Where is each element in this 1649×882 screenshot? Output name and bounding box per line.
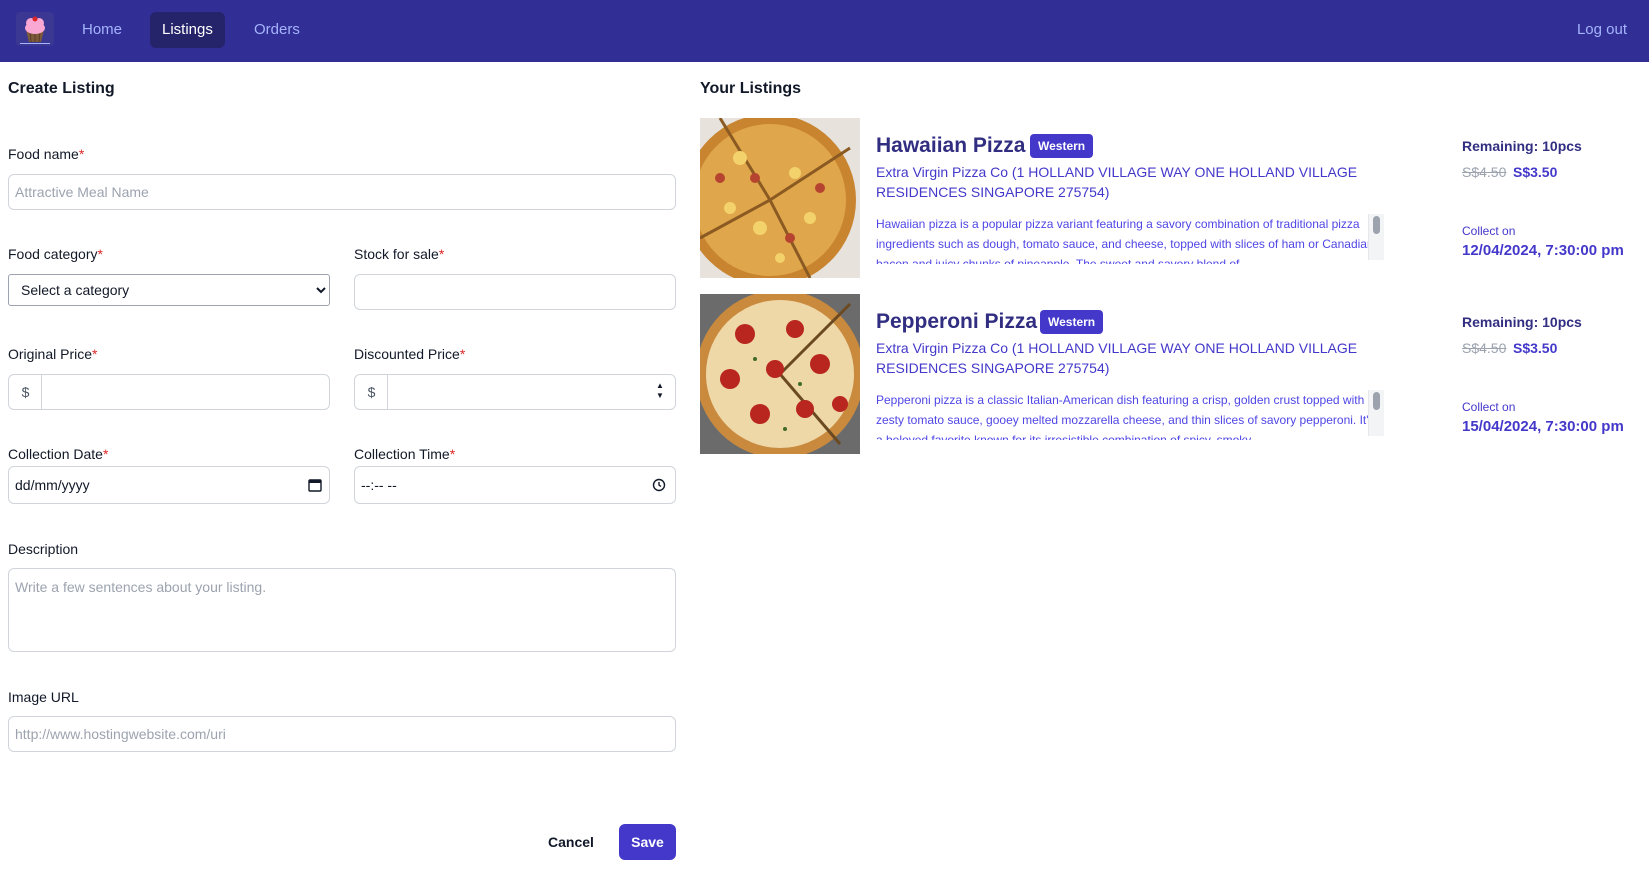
create-listing-title: Create Listing xyxy=(8,80,115,97)
original-price-label: Original Price* xyxy=(8,346,98,362)
collection-time-value: --:-- -- xyxy=(361,477,397,493)
food-name-input[interactable] xyxy=(8,174,676,210)
listing-address: Extra Virgin Pizza Co (1 HOLLAND VILLAGE… xyxy=(876,164,1358,200)
description-textarea[interactable] xyxy=(8,568,676,652)
description-scrollbar[interactable] xyxy=(1368,390,1384,436)
nav-listings[interactable]: Listings xyxy=(150,12,225,48)
collect-date: 15/04/2024, 7:30:00 pm xyxy=(1462,418,1624,435)
listing-description: Pepperoni pizza is a classic Italian-Ame… xyxy=(876,393,1375,440)
image-url-label: Image URL xyxy=(8,689,79,705)
discounted-price: S$3.50 xyxy=(1513,164,1558,180)
original-price-currency-prefix: $ xyxy=(8,374,42,410)
listing-address: Extra Virgin Pizza Co (1 HOLLAND VILLAGE… xyxy=(876,340,1358,376)
remaining-stock: Remaining: 10pcs xyxy=(1462,314,1582,330)
collection-date-input[interactable]: dd/mm/yyyy xyxy=(8,466,330,504)
calendar-icon[interactable] xyxy=(308,478,322,494)
collection-time-label: Collection Time* xyxy=(354,446,456,462)
listing-title: Hawaiian Pizza xyxy=(876,134,1026,157)
description-scrollbar[interactable] xyxy=(1368,214,1384,260)
cancel-button[interactable]: Cancel xyxy=(540,824,602,860)
discounted-price-input[interactable] xyxy=(387,374,676,410)
original-price: S$4.50 xyxy=(1462,340,1507,356)
scrollbar-thumb[interactable] xyxy=(1373,216,1380,234)
cupcake-logo-icon[interactable] xyxy=(16,12,54,46)
collect-on-label: Collect on xyxy=(1462,400,1516,414)
logout-link[interactable]: Log out xyxy=(1567,12,1637,48)
original-price-input[interactable] xyxy=(41,374,330,410)
discounted-price-label: Discounted Price* xyxy=(354,346,466,362)
nav-home[interactable]: Home xyxy=(70,12,134,48)
food-name-label: Food name* xyxy=(8,146,85,162)
collection-date-value: dd/mm/yyyy xyxy=(15,477,90,493)
listing-card: Hawaiian Pizza Western Extra Virgin Pizz… xyxy=(700,118,1649,278)
category-badge: Western xyxy=(1040,310,1104,334)
listing-card: Pepperoni Pizza Western Extra Virgin Piz… xyxy=(700,294,1649,454)
collection-time-input[interactable]: --:-- -- xyxy=(354,466,676,504)
food-category-select[interactable]: Select a category xyxy=(8,274,330,306)
discounted-price-currency-prefix: $ xyxy=(354,374,388,410)
collect-on-label: Collect on xyxy=(1462,224,1516,238)
your-listings-title: Your Listings xyxy=(700,80,802,97)
category-badge: Western xyxy=(1030,134,1094,158)
discounted-price: S$3.50 xyxy=(1513,340,1558,356)
save-button[interactable]: Save xyxy=(619,824,676,860)
collection-date-label: Collection Date* xyxy=(8,446,109,462)
stock-label: Stock for sale* xyxy=(354,246,445,262)
hawaiian-pizza-image xyxy=(700,118,860,278)
scrollbar-thumb[interactable] xyxy=(1373,392,1380,410)
pepperoni-pizza-image xyxy=(700,294,860,454)
number-stepper-icon[interactable]: ▲ ▼ xyxy=(656,381,664,401)
food-category-label: Food category* xyxy=(8,246,103,262)
listing-title: Pepperoni Pizza xyxy=(876,310,1038,333)
original-price: S$4.50 xyxy=(1462,164,1507,180)
image-url-input[interactable] xyxy=(8,716,676,752)
remaining-stock: Remaining: 10pcs xyxy=(1462,138,1582,154)
stock-input[interactable] xyxy=(354,274,676,310)
listing-description: Hawaiian pizza is a popular pizza varian… xyxy=(876,217,1374,264)
nav-orders[interactable]: Orders xyxy=(242,12,312,48)
top-navbar: Home Listings Orders Log out xyxy=(0,0,1649,62)
clock-icon[interactable] xyxy=(652,478,666,494)
collect-date: 12/04/2024, 7:30:00 pm xyxy=(1462,242,1624,259)
description-label: Description xyxy=(8,541,79,557)
